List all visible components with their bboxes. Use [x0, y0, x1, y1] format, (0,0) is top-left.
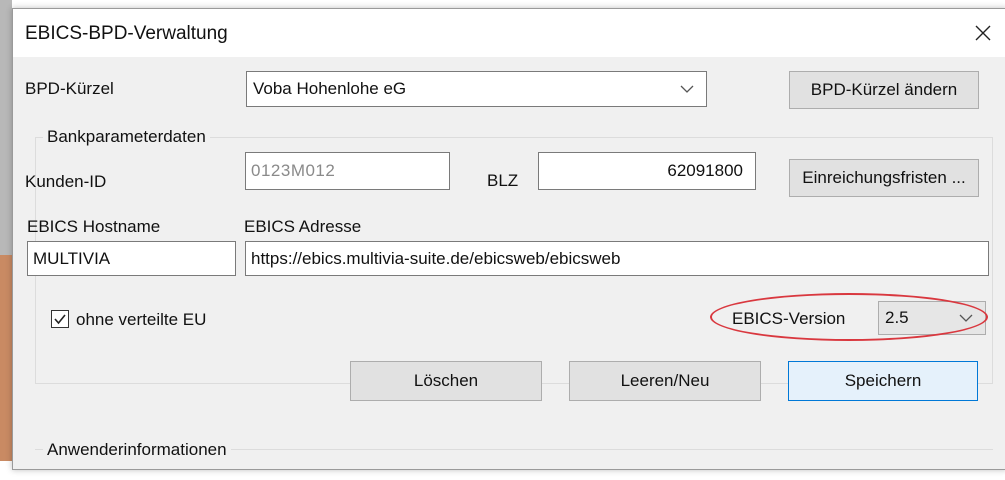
- bpd-select[interactable]: Voba Hohenlohe eG: [246, 71, 707, 107]
- distributed-eu-label: ohne verteilte EU: [76, 310, 207, 329]
- customer-id-label: Kunden-ID: [25, 172, 107, 191]
- dialog-window: EBICS-BPD-Verwaltung BPD-Kürzel Voba Hoh…: [12, 8, 1005, 470]
- deadlines-button[interactable]: Einreichungsfristen ...: [789, 159, 979, 197]
- user-info-group-title: Anwenderinformationen: [43, 440, 231, 460]
- version-select[interactable]: 2.5: [878, 301, 986, 335]
- blz-label: BLZ: [487, 171, 519, 190]
- bank-params-group-title: Bankparameterdaten: [43, 127, 210, 147]
- chevron-down-icon: [959, 314, 973, 322]
- close-button[interactable]: [960, 9, 1005, 57]
- version-select-value: 2.5: [885, 308, 909, 327]
- title-bar: EBICS-BPD-Verwaltung: [13, 9, 1005, 57]
- bpd-label: BPD-Kürzel: [25, 79, 114, 98]
- clear-new-button[interactable]: Leeren/Neu: [569, 361, 761, 401]
- background-accent: [0, 255, 12, 461]
- background-strip: [0, 0, 12, 461]
- version-label: EBICS-Version: [732, 309, 846, 328]
- hostname-label: EBICS Hostname: [27, 217, 161, 236]
- save-button[interactable]: Speichern: [788, 361, 978, 401]
- customer-id-field[interactable]: 0123M012: [245, 152, 450, 190]
- address-label: EBICS Adresse: [244, 217, 362, 236]
- blz-field[interactable]: 62091800: [538, 152, 756, 190]
- address-field[interactable]: https://ebics.multivia-suite.de/ebicsweb…: [245, 241, 989, 276]
- close-icon: [975, 25, 991, 41]
- bpd-change-button[interactable]: BPD-Kürzel ändern: [789, 71, 979, 109]
- delete-button[interactable]: Löschen: [350, 361, 542, 401]
- hostname-field[interactable]: MULTIVIA: [27, 241, 236, 276]
- chevron-down-icon: [680, 85, 694, 93]
- checkmark-icon: [54, 314, 66, 325]
- window-title: EBICS-BPD-Verwaltung: [25, 23, 228, 44]
- distributed-eu-checkbox[interactable]: [51, 310, 69, 328]
- bpd-select-value: Voba Hohenlohe eG: [253, 79, 407, 98]
